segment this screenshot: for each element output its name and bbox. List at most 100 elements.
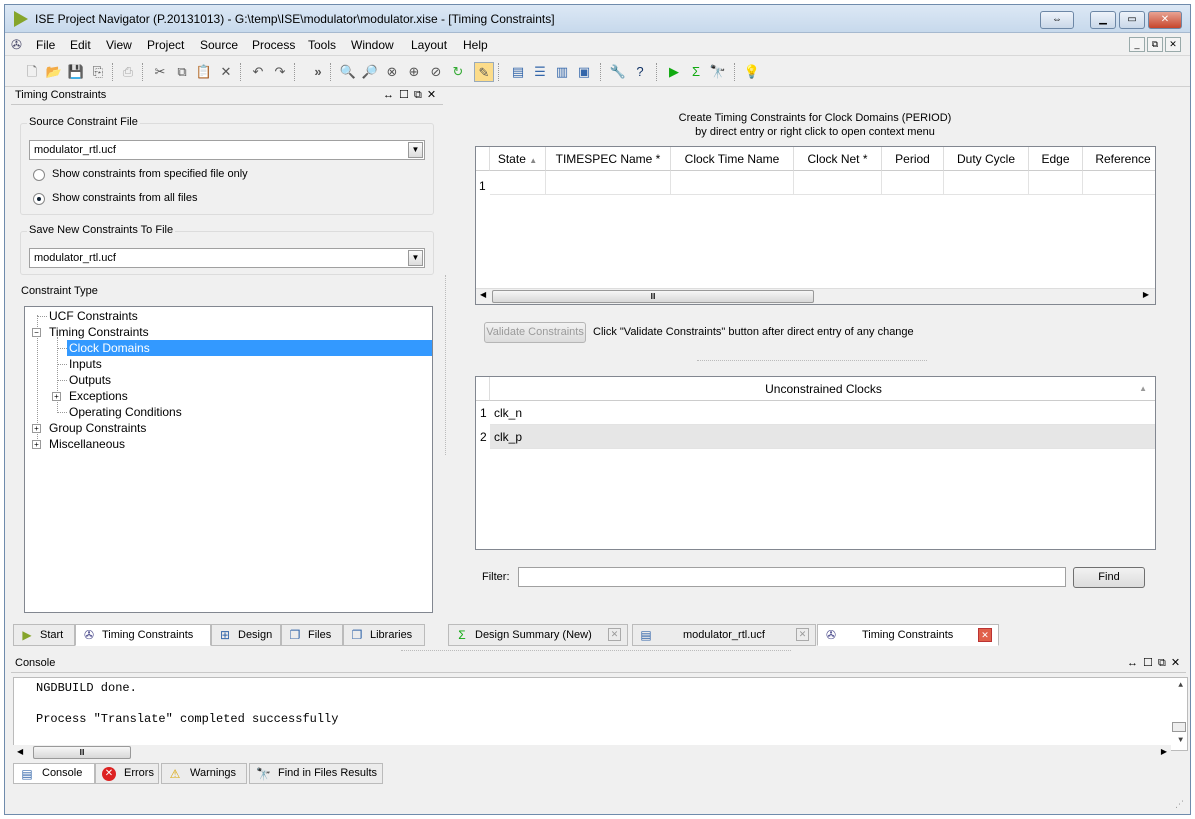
zoom-out-icon[interactable]: 🔎	[360, 62, 380, 82]
zoom-select-icon[interactable]: ⊕	[404, 62, 424, 82]
menu-source[interactable]: Source	[200, 38, 238, 52]
cell-edge[interactable]	[1029, 171, 1083, 195]
validate-constraints-button[interactable]: Validate Constraints	[484, 322, 586, 343]
col-unconstrained-clocks[interactable]: Unconstrained Clocks ▲	[490, 377, 1155, 401]
undo-icon[interactable]: ↶	[248, 62, 268, 82]
find-button[interactable]: Find	[1073, 567, 1145, 588]
tree-item-ucf[interactable]: UCF Constraints	[47, 308, 140, 324]
tab-console[interactable]: ▤ Console	[13, 763, 95, 784]
cell-reference[interactable]	[1083, 171, 1155, 195]
splitter-handle[interactable]	[401, 650, 791, 651]
window-layout-icon[interactable]: ▣	[574, 62, 594, 82]
splitter-handle[interactable]	[697, 360, 927, 361]
scroll-thumb[interactable]: Ⅲ	[33, 746, 131, 759]
menu-view[interactable]: View	[106, 38, 132, 52]
tab-files[interactable]: ❐ Files	[281, 624, 343, 646]
mdi-minimize-button[interactable]: _	[1129, 37, 1145, 52]
save-file-select[interactable]: modulator_rtl.ucf ▼	[29, 248, 425, 268]
tab-design[interactable]: ⊞ Design	[211, 624, 281, 646]
zoom-fit-icon[interactable]: ⊗	[382, 62, 402, 82]
mdi-close-button[interactable]: ✕	[1165, 37, 1181, 52]
document-icon[interactable]: ✇	[11, 37, 22, 53]
console-output[interactable]: NGDBUILD done. Process "Translate" compl…	[13, 677, 1188, 751]
expand-icon[interactable]: +	[32, 424, 41, 433]
menu-edit[interactable]: Edit	[70, 38, 91, 52]
tree-item-misc[interactable]: Miscellaneous	[47, 436, 127, 452]
tree-item-group[interactable]: Group Constraints	[47, 420, 148, 436]
cell-state[interactable]	[490, 171, 546, 195]
save-all-icon[interactable]: ⎘	[88, 62, 108, 82]
scroll-thumb[interactable]: Ⅲ	[492, 290, 814, 303]
tree-item-inputs[interactable]: Inputs	[67, 356, 104, 372]
chevron-down-icon[interactable]: ▼	[408, 142, 423, 158]
timing-editor-icon[interactable]: ✎	[474, 62, 494, 82]
minimize-button[interactable]: ▁	[1090, 11, 1116, 29]
settings-wrench-icon[interactable]: 🔧	[608, 62, 628, 82]
save-icon[interactable]: 💾	[66, 62, 86, 82]
vertical-scroll-thumb[interactable]	[1172, 722, 1186, 732]
close-icon[interactable]: ✕	[796, 628, 809, 641]
cascade-icon[interactable]: ▤	[508, 62, 528, 82]
cell-clock-time-name[interactable]	[671, 171, 794, 195]
menu-process[interactable]: Process	[252, 38, 295, 52]
col-clock-net[interactable]: Clock Net *	[794, 147, 882, 171]
sigma-icon[interactable]: Σ	[686, 62, 706, 82]
collapse-icon[interactable]: −	[32, 328, 41, 337]
paste-icon[interactable]: 📋	[194, 62, 214, 82]
col-edge[interactable]: Edge	[1029, 147, 1083, 171]
clock-row[interactable]: clk_p	[490, 425, 1155, 449]
close-icon[interactable]: ✕	[978, 628, 992, 642]
tree-item-operating-conditions[interactable]: Operating Conditions	[67, 404, 184, 420]
tree-item-outputs[interactable]: Outputs	[67, 372, 113, 388]
col-duty-cycle[interactable]: Duty Cycle	[944, 147, 1029, 171]
cell-duty-cycle[interactable]	[944, 171, 1029, 195]
tab-errors[interactable]: ✕ Errors	[95, 763, 159, 784]
close-window-button[interactable]: ✕	[1148, 11, 1182, 29]
menu-help[interactable]: Help	[463, 38, 488, 52]
cell-timespec-name[interactable]	[546, 171, 671, 195]
cell-clock-net[interactable]	[794, 171, 882, 195]
tab-libraries[interactable]: ❐ Libraries	[343, 624, 425, 646]
cell-period[interactable]	[882, 171, 944, 195]
console-horizontal-scrollbar[interactable]: ◀ Ⅲ ▶	[13, 745, 1171, 761]
lightbulb-icon[interactable]: 💡	[742, 62, 762, 82]
col-state[interactable]: State ▲	[490, 147, 546, 171]
col-clock-time-name[interactable]: Clock Time Name	[671, 147, 794, 171]
maximize-button[interactable]: ▭	[1119, 11, 1145, 29]
switch-window-button[interactable]: ⇔	[1040, 11, 1074, 29]
scroll-down-icon[interactable]: ▼	[1178, 736, 1183, 745]
expand-icon[interactable]: +	[52, 392, 61, 401]
zoom-in-icon[interactable]: 🔍	[338, 62, 358, 82]
menu-file[interactable]: File	[36, 38, 55, 52]
source-file-select[interactable]: modulator_rtl.ucf ▼	[29, 140, 425, 160]
context-help-icon[interactable]: ?	[630, 62, 650, 82]
zoom-full-icon[interactable]: ⊘	[426, 62, 446, 82]
tile-vertical-icon[interactable]: ▥	[552, 62, 572, 82]
cut-icon[interactable]: ✂	[150, 62, 170, 82]
tab-warnings[interactable]: ⚠ Warnings	[161, 763, 247, 784]
filter-input[interactable]	[518, 567, 1066, 587]
tab-timing-constraints[interactable]: ✇ Timing Constraints	[75, 624, 211, 646]
radio-all-files[interactable]	[33, 193, 45, 205]
chevron-down-icon[interactable]: ▼	[408, 250, 423, 266]
doc-tab-timing-constraints[interactable]: ✇ Timing Constraints ✕	[817, 624, 999, 646]
tree-item-exceptions[interactable]: Exceptions	[67, 388, 130, 404]
open-folder-icon[interactable]: 📂	[44, 62, 64, 82]
close-icon[interactable]: ✕	[608, 628, 621, 641]
menu-project[interactable]: Project	[147, 38, 184, 52]
panel-controls[interactable]: ↔ ☐ ⧉ ✕	[1127, 655, 1181, 672]
radio-specified-file[interactable]	[33, 169, 45, 181]
copy-icon[interactable]: ⧉	[172, 62, 192, 82]
telescope-icon[interactable]: 🔭	[708, 62, 728, 82]
menu-layout[interactable]: Layout	[411, 38, 447, 52]
clock-row[interactable]: clk_n	[490, 401, 1155, 425]
refresh-icon[interactable]: ↻	[448, 62, 468, 82]
new-file-icon[interactable]: 🗋	[22, 62, 42, 82]
col-reference[interactable]: Reference	[1083, 147, 1155, 171]
table-horizontal-scrollbar[interactable]: ◀ Ⅲ ▶	[476, 288, 1155, 304]
resize-grip-icon[interactable]: ⋰	[1175, 799, 1184, 810]
doc-tab-design-summary[interactable]: Σ Design Summary (New) ✕	[448, 624, 628, 646]
tile-horizontal-icon[interactable]: ☰	[530, 62, 550, 82]
tree-item-timing[interactable]: Timing Constraints	[47, 324, 151, 340]
col-timespec-name[interactable]: TIMESPEC Name *	[546, 147, 671, 171]
